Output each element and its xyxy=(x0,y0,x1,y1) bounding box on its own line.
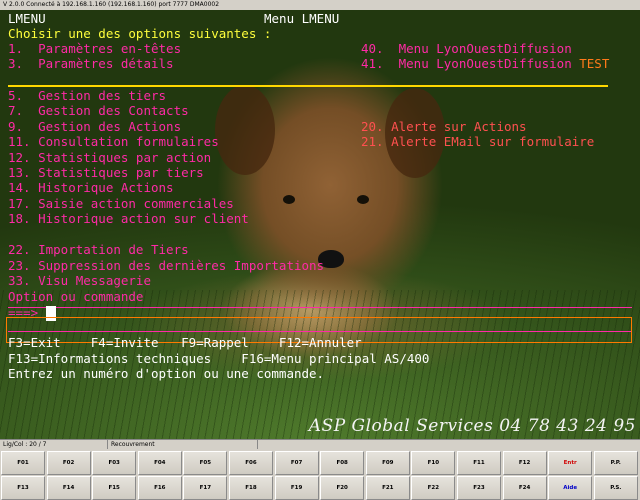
puppy-left-eye xyxy=(283,195,295,204)
window-title: V 2.0.0 Connecté à 192.168.1.160 (192.16… xyxy=(0,0,640,10)
menu-title: Menu LMENU xyxy=(264,11,340,26)
menu-option-14[interactable]: 14. Historique Actions xyxy=(8,180,174,196)
fkey-button-f05[interactable]: F05 xyxy=(183,451,228,475)
fkey-button-ps[interactable]: P.S. xyxy=(593,476,638,500)
terminal-screen: LMENU Menu LMENU Choisir une des options… xyxy=(0,10,640,439)
fkey-button-f23[interactable]: F23 xyxy=(457,476,501,500)
fkey-button-f20[interactable]: F20 xyxy=(320,476,365,500)
menu-option-22[interactable]: 22. Importation de Tiers xyxy=(8,242,189,258)
menu-option-3[interactable]: 3. Paramètres détails xyxy=(8,56,174,72)
fkey-button-f11[interactable]: F11 xyxy=(457,451,501,475)
status-bar: Lig/Col : 20 / 7 Recouvrement xyxy=(0,439,640,449)
separator-line xyxy=(8,85,608,87)
fkey-button-f07[interactable]: F07 xyxy=(274,451,319,475)
menu-option-40[interactable]: 40. Menu LyonOuestDiffusion xyxy=(361,41,572,57)
menu-option-20[interactable]: 20. Alerte sur Actions xyxy=(361,119,527,135)
fkey-button-pp[interactable]: P.P. xyxy=(593,451,638,475)
function-keys-line-2: F13=Informations techniques F16=Menu pri… xyxy=(8,351,430,366)
fkey-button-f06[interactable]: F06 xyxy=(229,451,273,475)
fkey-button-f09[interactable]: F09 xyxy=(365,451,410,475)
menu-option-17[interactable]: 17. Saisie action commerciales xyxy=(8,196,234,212)
insert-mode: Recouvrement xyxy=(108,440,258,449)
status-message: Entrez un numéro d'option ou une command… xyxy=(8,366,325,381)
fkey-button-f10[interactable]: F10 xyxy=(411,451,456,475)
menu-option-7[interactable]: 7. Gestion des Contacts xyxy=(8,103,189,119)
fkey-button-f03[interactable]: F03 xyxy=(92,451,137,475)
fkey-button-f19[interactable]: F19 xyxy=(274,476,319,500)
menu-option-1[interactable]: 1. Paramètres en-têtes xyxy=(8,41,181,57)
menu-option-33[interactable]: 33. Visu Messagerie xyxy=(8,273,151,289)
fkey-button-f15[interactable]: F15 xyxy=(92,476,137,500)
command-label: Option ou commande xyxy=(8,289,144,304)
menu-id: LMENU xyxy=(8,11,46,26)
test-suffix: TEST xyxy=(579,56,610,71)
fkey-button-f14[interactable]: F14 xyxy=(46,476,91,500)
fkey-button-f04[interactable]: F04 xyxy=(137,451,182,475)
fkey-button-f01[interactable]: F01 xyxy=(1,451,45,475)
cursor-position: Lig/Col : 20 / 7 xyxy=(0,440,108,449)
fkey-button-f24[interactable]: F24 xyxy=(502,476,547,500)
puppy-left-ear xyxy=(215,85,275,175)
fkey-button-f08[interactable]: F08 xyxy=(320,451,365,475)
fkey-button-f22[interactable]: F22 xyxy=(411,476,456,500)
puppy-right-eye xyxy=(357,195,369,204)
fkey-button-f21[interactable]: F21 xyxy=(365,476,410,500)
fkey-button-f13[interactable]: F13 xyxy=(1,476,45,500)
fkey-button-f17[interactable]: F17 xyxy=(183,476,228,500)
menu-option-5[interactable]: 5. Gestion des tiers xyxy=(8,88,166,104)
menu-option-41[interactable]: 41. Menu LyonOuestDiffusion TEST xyxy=(361,56,609,72)
menu-option-21[interactable]: 21. Alerte EMail sur formulaire xyxy=(361,134,594,150)
menu-option-23[interactable]: 23. Suppression des dernières Importatio… xyxy=(8,258,324,274)
company-watermark: ASP Global Services 04 78 43 24 95 xyxy=(308,416,636,436)
fkey-button-f16[interactable]: F16 xyxy=(137,476,182,500)
menu-option-18[interactable]: 18. Historique action sur client xyxy=(8,211,249,227)
menu-option-9[interactable]: 9. Gestion des Actions xyxy=(8,119,181,135)
fkey-button-f18[interactable]: F18 xyxy=(229,476,273,500)
function-keys-line-1: F3=Exit F4=Invite F9=Rappel F12=Annuler xyxy=(8,335,362,350)
fkey-button-f12[interactable]: F12 xyxy=(502,451,547,475)
command-box-top-border xyxy=(8,307,632,308)
menu-option-13[interactable]: 13. Statistiques par tiers xyxy=(8,165,204,181)
fkey-button-entr[interactable]: Entr xyxy=(548,451,593,475)
fkey-button-f02[interactable]: F02 xyxy=(46,451,91,475)
menu-option-41-label: 41. Menu LyonOuestDiffusion xyxy=(361,56,572,71)
menu-prompt: Choisir une des options suivantes : xyxy=(8,26,272,41)
menu-option-12[interactable]: 12. Statistiques par action xyxy=(8,150,211,166)
menu-option-11[interactable]: 11. Consultation formulaires xyxy=(8,134,219,150)
function-key-panel: F01 F02 F03 F04 F05 F06 F07 F08 F09 F10 F11 F12 Entr… xyxy=(0,449,640,500)
fkey-button-aide[interactable]: Aide xyxy=(548,476,593,500)
